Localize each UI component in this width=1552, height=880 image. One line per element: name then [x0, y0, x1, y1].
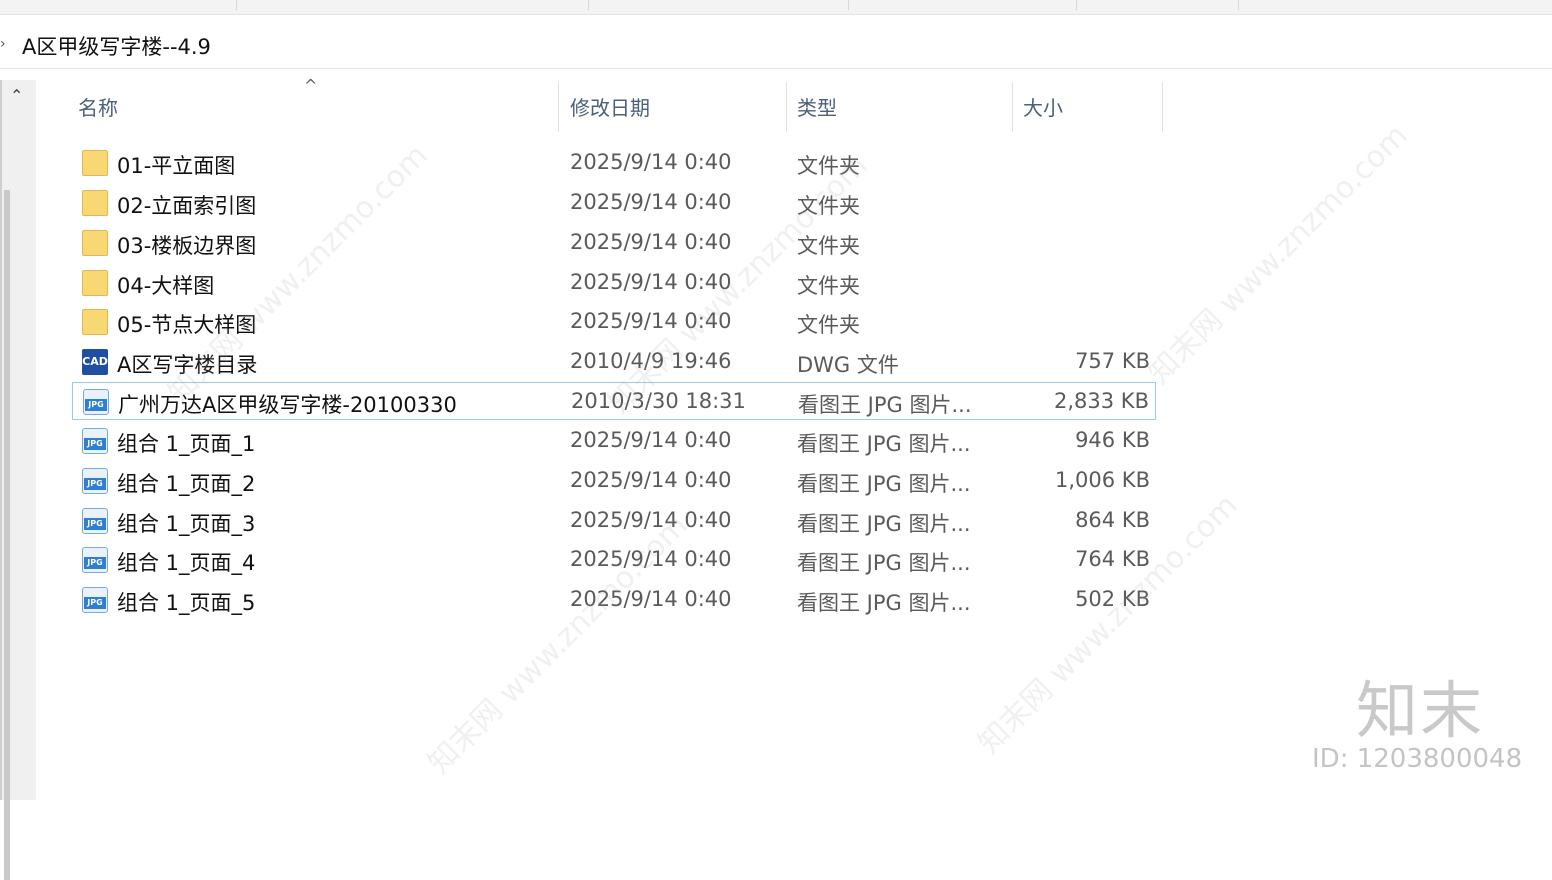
scrollbar-thumb[interactable]	[4, 190, 10, 880]
file-modified: 2025/9/14 0:40	[570, 547, 732, 571]
file-type: 文件夹	[797, 194, 860, 218]
scrollbar[interactable]: ⌃	[2, 80, 36, 880]
file-modified: 2010/3/30 18:31	[571, 389, 746, 413]
jpg-badge: JPG	[84, 518, 106, 530]
file-name: 组合 1_页面_4	[117, 551, 256, 575]
file-size: 757 KB	[1075, 349, 1150, 373]
jpg-file-icon: JPG	[82, 508, 108, 534]
file-row[interactable]: JPG 组合 1_页面_2 2025/9/14 0:40 看图王 JPG 图片.…	[72, 462, 1156, 500]
chevron-up-icon[interactable]: ⌃	[10, 86, 23, 105]
file-modified: 2025/9/14 0:40	[570, 428, 732, 452]
jpg-badge: JPG	[84, 597, 106, 609]
file-type: 看图王 JPG 图片...	[797, 432, 971, 456]
file-size: 502 KB	[1075, 587, 1150, 611]
file-name: 广州万达A区甲级写字楼-20100330	[118, 393, 457, 417]
file-row[interactable]: JPG 组合 1_页面_3 2025/9/14 0:40 看图王 JPG 图片.…	[72, 502, 1156, 540]
file-name: A区写字楼目录	[117, 353, 258, 377]
file-type: 看图王 JPG 图片...	[797, 472, 971, 496]
column-header-name-label: 名称	[78, 96, 118, 120]
file-row[interactable]: 05-节点大样图 2025/9/14 0:40 文件夹	[72, 303, 1156, 341]
address-path[interactable]: A区甲级写字楼--4.9	[22, 31, 211, 61]
file-type: 看图王 JPG 图片...	[797, 551, 971, 575]
file-modified: 2025/9/14 0:40	[570, 150, 732, 174]
jpg-badge: JPG	[84, 478, 106, 490]
folder-icon	[82, 309, 108, 335]
file-name: 组合 1_页面_1	[117, 432, 256, 456]
file-type: 看图王 JPG 图片...	[797, 512, 971, 536]
file-row[interactable]: 01-平立面图 2025/9/14 0:40 文件夹	[72, 144, 1156, 182]
file-row[interactable]: 02-立面索引图 2025/9/14 0:40 文件夹	[72, 184, 1156, 222]
cad-file-icon: CAD	[82, 349, 108, 375]
folder-icon	[82, 150, 108, 176]
column-divider[interactable]	[558, 82, 559, 132]
file-row-selected[interactable]: JPG 广州万达A区甲级写字楼-20100330 2010/3/30 18:31…	[72, 382, 1156, 420]
file-size: 764 KB	[1075, 547, 1150, 571]
column-header-name[interactable]: 名称	[72, 78, 558, 134]
file-name: 03-楼板边界图	[117, 234, 257, 258]
jpg-badge: JPG	[84, 438, 106, 450]
jpg-file-icon: JPG	[82, 428, 108, 454]
file-name: 02-立面索引图	[117, 194, 257, 218]
watermark-brand: 知末	[1356, 674, 1485, 747]
file-name: 05-节点大样图	[117, 313, 257, 337]
column-divider[interactable]	[786, 82, 787, 132]
file-size: 864 KB	[1075, 508, 1150, 532]
jpg-file-icon: JPG	[82, 547, 108, 573]
file-type: 文件夹	[797, 234, 860, 258]
file-row[interactable]: 04-大样图 2025/9/14 0:40 文件夹	[72, 264, 1156, 302]
column-header-modified-label: 修改日期	[570, 96, 650, 120]
column-header-type-label: 类型	[797, 96, 837, 120]
file-type: DWG 文件	[797, 353, 899, 377]
file-row[interactable]: JPG 组合 1_页面_4 2025/9/14 0:40 看图王 JPG 图片.…	[72, 541, 1156, 579]
file-size: 946 KB	[1075, 428, 1150, 452]
file-modified: 2025/9/14 0:40	[570, 230, 732, 254]
file-row[interactable]: JPG 组合 1_页面_5 2025/9/14 0:40 看图王 JPG 图片.…	[72, 581, 1156, 619]
watermark-id: ID: 1203800048	[1312, 744, 1523, 774]
address-bar[interactable]: › A区甲级写字楼--4.9	[0, 24, 1552, 69]
folder-icon	[82, 190, 108, 216]
file-row[interactable]: JPG 组合 1_页面_1 2025/9/14 0:40 看图王 JPG 图片.…	[72, 422, 1156, 460]
file-name: 04-大样图	[117, 274, 215, 298]
folder-icon	[82, 270, 108, 296]
file-modified: 2010/4/9 19:46	[570, 349, 732, 373]
file-name: 组合 1_页面_5	[117, 591, 256, 615]
file-modified: 2025/9/14 0:40	[570, 508, 732, 532]
file-name: 组合 1_页面_2	[117, 472, 256, 496]
file-modified: 2025/9/14 0:40	[570, 468, 732, 492]
file-type: 文件夹	[797, 274, 860, 298]
jpg-file-icon: JPG	[82, 587, 108, 613]
file-modified: 2025/9/14 0:40	[570, 190, 732, 214]
watermark-text: 知末网 www.znzmo.com	[1141, 117, 1415, 391]
column-header-modified[interactable]: 修改日期	[560, 78, 786, 134]
folder-icon	[82, 230, 108, 256]
toolbar-strip	[0, 0, 1552, 15]
file-row[interactable]: 03-楼板边界图 2025/9/14 0:40 文件夹	[72, 224, 1156, 262]
jpg-file-icon: JPG	[83, 389, 109, 415]
column-divider[interactable]	[1012, 82, 1013, 132]
jpg-badge: JPG	[84, 557, 106, 569]
file-type: 文件夹	[797, 154, 860, 178]
file-type: 文件夹	[797, 313, 860, 337]
chevron-right-icon[interactable]: ›	[0, 36, 6, 52]
file-name: 组合 1_页面_3	[117, 512, 256, 536]
file-row[interactable]: CAD A区写字楼目录 2010/4/9 19:46 DWG 文件 757 KB	[72, 343, 1156, 381]
jpg-file-icon: JPG	[82, 468, 108, 494]
file-modified: 2025/9/14 0:40	[570, 309, 732, 333]
file-size: 2,833 KB	[1054, 389, 1149, 413]
file-modified: 2025/9/14 0:40	[570, 587, 732, 611]
file-modified: 2025/9/14 0:40	[570, 270, 732, 294]
file-size: 1,006 KB	[1055, 468, 1150, 492]
column-header-size[interactable]: 大小	[1014, 78, 1162, 134]
column-header-type[interactable]: 类型	[788, 78, 1012, 134]
file-type: 看图王 JPG 图片...	[797, 591, 971, 615]
column-header-size-label: 大小	[1023, 96, 1063, 120]
jpg-badge: JPG	[85, 399, 107, 411]
file-name: 01-平立面图	[117, 154, 236, 178]
file-type: 看图王 JPG 图片...	[798, 393, 972, 417]
column-divider[interactable]	[1162, 82, 1163, 132]
